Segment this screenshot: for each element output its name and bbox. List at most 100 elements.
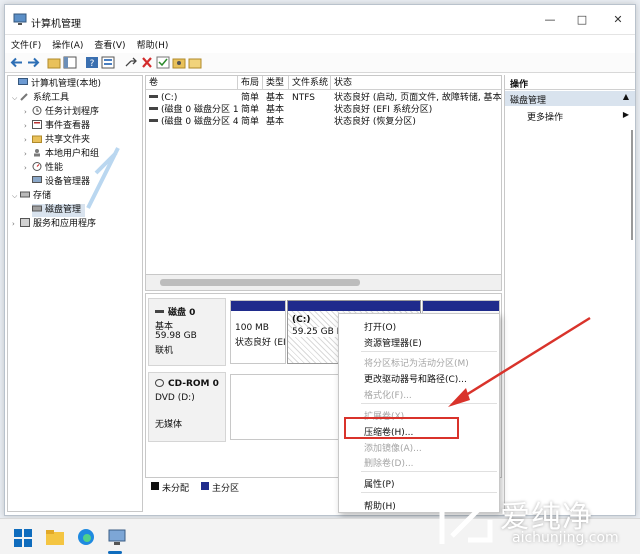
edge-browser-icon[interactable] — [77, 528, 95, 546]
actions-section[interactable]: 磁盘管理 ▲ — [505, 91, 635, 106]
tree-task-scheduler-label: 任务计划程序 — [45, 107, 100, 117]
services-icon — [20, 218, 30, 227]
menu-view[interactable]: 查看(V) — [88, 35, 130, 51]
menu-item-open[interactable]: 打开(O) — [364, 320, 396, 333]
device-manager-icon — [32, 176, 42, 183]
cdrom-type: DVD (D:) — [155, 393, 195, 403]
menu-separator — [361, 471, 497, 472]
volume-name: (磁盘 0 磁盘分区 4) — [149, 116, 238, 128]
event-log-icon — [32, 120, 42, 129]
close-button[interactable]: ✕ — [603, 5, 633, 35]
tree-system-tools[interactable]: ⌵ 系统工具 — [12, 92, 69, 105]
cdrom-partition[interactable] — [230, 374, 342, 440]
tree-storage[interactable]: ⌵ 存储 — [12, 190, 51, 203]
menu-help[interactable]: 帮助(H) — [131, 35, 174, 51]
tree-device-manager[interactable]: 设备管理器 — [32, 176, 90, 189]
check-icon[interactable] — [156, 56, 170, 69]
menu-bar: 文件(F) 操作(A) 查看(V) 帮助(H) — [5, 35, 635, 53]
up-folder-icon[interactable] — [47, 56, 61, 69]
window-title: 计算机管理 — [31, 19, 81, 30]
volume-type: 基本 — [266, 117, 285, 127]
toolbar: ? — [5, 53, 635, 73]
tree-services[interactable]: › 服务和应用程序 — [12, 218, 96, 231]
maximize-button[interactable]: □ — [567, 5, 597, 35]
tree-root[interactable]: 计算机管理(本地) — [10, 78, 101, 91]
tree-shared-folders[interactable]: › 共享文件夹 — [24, 134, 90, 147]
column-header-volume[interactable]: 卷 — [146, 76, 238, 90]
menu-separator — [361, 492, 497, 493]
show-hide-tree-icon[interactable] — [63, 56, 77, 69]
cdrom-icon — [155, 379, 164, 387]
menu-item-explorer[interactable]: 资源管理器(E) — [364, 336, 422, 349]
tree-performance[interactable]: › 性能 — [24, 162, 63, 175]
forward-arrow-icon[interactable] — [26, 56, 40, 69]
properties-icon[interactable] — [101, 56, 115, 69]
menu-item-help[interactable]: 帮助(H) — [364, 499, 396, 512]
tree-local-users[interactable]: › 本地用户和组 — [24, 148, 99, 161]
tree-event-viewer-label: 事件查看器 — [45, 121, 91, 131]
volume-status: 状态良好 (启动, 页面文件, 故障转储, 基本数据 — [334, 93, 502, 103]
partition-efi[interactable]: 100 MB 状态良好 (EI — [230, 300, 286, 364]
volume-list: 卷 布局 类型 文件系统 状态 (C:) 简单 基本 NTFS 状态良好 (启动… — [145, 75, 502, 275]
minimize-button[interactable]: — — [535, 5, 565, 35]
disk0-size: 59.98 GB — [155, 331, 197, 341]
file-explorer-icon[interactable] — [46, 529, 64, 545]
scrollbar-thumb[interactable] — [160, 279, 360, 286]
tree-shared-folders-label: 共享文件夹 — [45, 135, 91, 145]
vertical-scrollbar[interactable] — [631, 130, 633, 240]
folder-key-icon[interactable] — [172, 56, 186, 69]
disk0-name: 磁盘 0 — [168, 308, 196, 318]
partition-status: 状态良好 (EI — [235, 338, 285, 348]
volume-status: 状态良好 (EFI 系统分区) — [334, 105, 433, 115]
menu-file[interactable]: 文件(F) — [5, 35, 46, 51]
tree-disk-management[interactable]: 磁盘管理 — [32, 204, 86, 217]
tree-performance-label: 性能 — [45, 163, 64, 173]
volume-icon — [149, 107, 158, 110]
column-header-filesystem[interactable]: 文件系统 — [289, 76, 331, 90]
partition-bar — [423, 301, 499, 311]
actions-section-label: 磁盘管理 — [510, 96, 547, 106]
volume-name-text: (磁盘 0 磁盘分区 4) — [161, 117, 238, 127]
volume-name-text: (磁盘 0 磁盘分区 1) — [161, 105, 238, 115]
menu-item-add-mirror: 添加镜像(A)... — [364, 444, 422, 454]
partition-name: (C:) — [292, 315, 311, 325]
navigation-tree: 计算机管理(本地) ⌵ 系统工具 › 任务计划程序 › 事件查看器 › 共享文件夹 › 本… — [7, 75, 143, 512]
taskbar — [0, 518, 640, 554]
volume-layout: 简单 — [241, 105, 260, 115]
disk-icon — [32, 205, 42, 212]
tree-task-scheduler[interactable]: › 任务计划程序 — [24, 106, 99, 119]
volume-layout: 简单 — [241, 93, 260, 103]
performance-icon — [32, 162, 42, 171]
svg-text:?: ? — [90, 59, 95, 69]
collapse-up-icon[interactable]: ▲ — [623, 92, 629, 101]
collapse-icon[interactable]: ⌵ — [12, 190, 20, 203]
help-icon[interactable]: ? — [85, 56, 99, 69]
more-actions[interactable]: 更多操作 ▶ — [505, 109, 635, 123]
computer-icon — [18, 78, 28, 85]
clock-icon — [32, 106, 42, 115]
menu-item-shrink[interactable]: 压缩卷(H)... — [364, 425, 413, 438]
collapse-icon[interactable]: ⌵ — [12, 92, 20, 105]
volume-name: (磁盘 0 磁盘分区 1) — [149, 104, 238, 116]
volume-layout: 简单 — [241, 117, 260, 127]
menu-item-delete: 删除卷(D)... — [364, 459, 414, 469]
connect-icon[interactable] — [124, 56, 138, 69]
back-arrow-icon[interactable] — [10, 56, 24, 69]
disk-icon — [155, 310, 164, 313]
tree-local-users-label: 本地用户和组 — [45, 149, 100, 159]
folder-icon[interactable] — [188, 56, 202, 69]
partition-bar — [231, 301, 285, 311]
disk0-label-panel[interactable]: 磁盘 0 基本 59.98 GB 联机 — [148, 298, 226, 366]
computer-management-taskbar-icon[interactable] — [107, 527, 127, 547]
cdrom-status: 无媒体 — [155, 420, 183, 430]
column-header-type[interactable]: 类型 — [263, 76, 289, 90]
horizontal-scrollbar[interactable] — [145, 275, 502, 291]
delete-icon[interactable] — [140, 56, 154, 69]
windows-start-icon[interactable] — [14, 529, 32, 547]
cdrom-label-panel[interactable]: CD-ROM 0 DVD (D:) 无媒体 — [148, 372, 226, 442]
tree-event-viewer[interactable]: › 事件查看器 — [24, 120, 90, 133]
column-header-status[interactable]: 状态 — [331, 76, 501, 90]
column-header-layout[interactable]: 布局 — [238, 76, 263, 90]
menu-item-properties[interactable]: 属性(P) — [364, 477, 394, 490]
menu-action[interactable]: 操作(A) — [46, 35, 88, 51]
